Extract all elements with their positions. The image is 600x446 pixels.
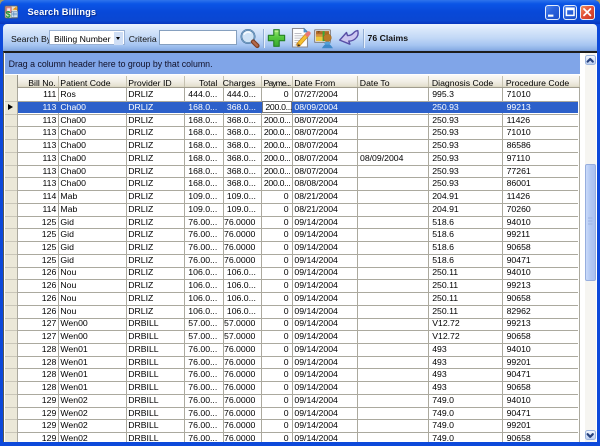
- svg-text:$: $: [6, 10, 11, 19]
